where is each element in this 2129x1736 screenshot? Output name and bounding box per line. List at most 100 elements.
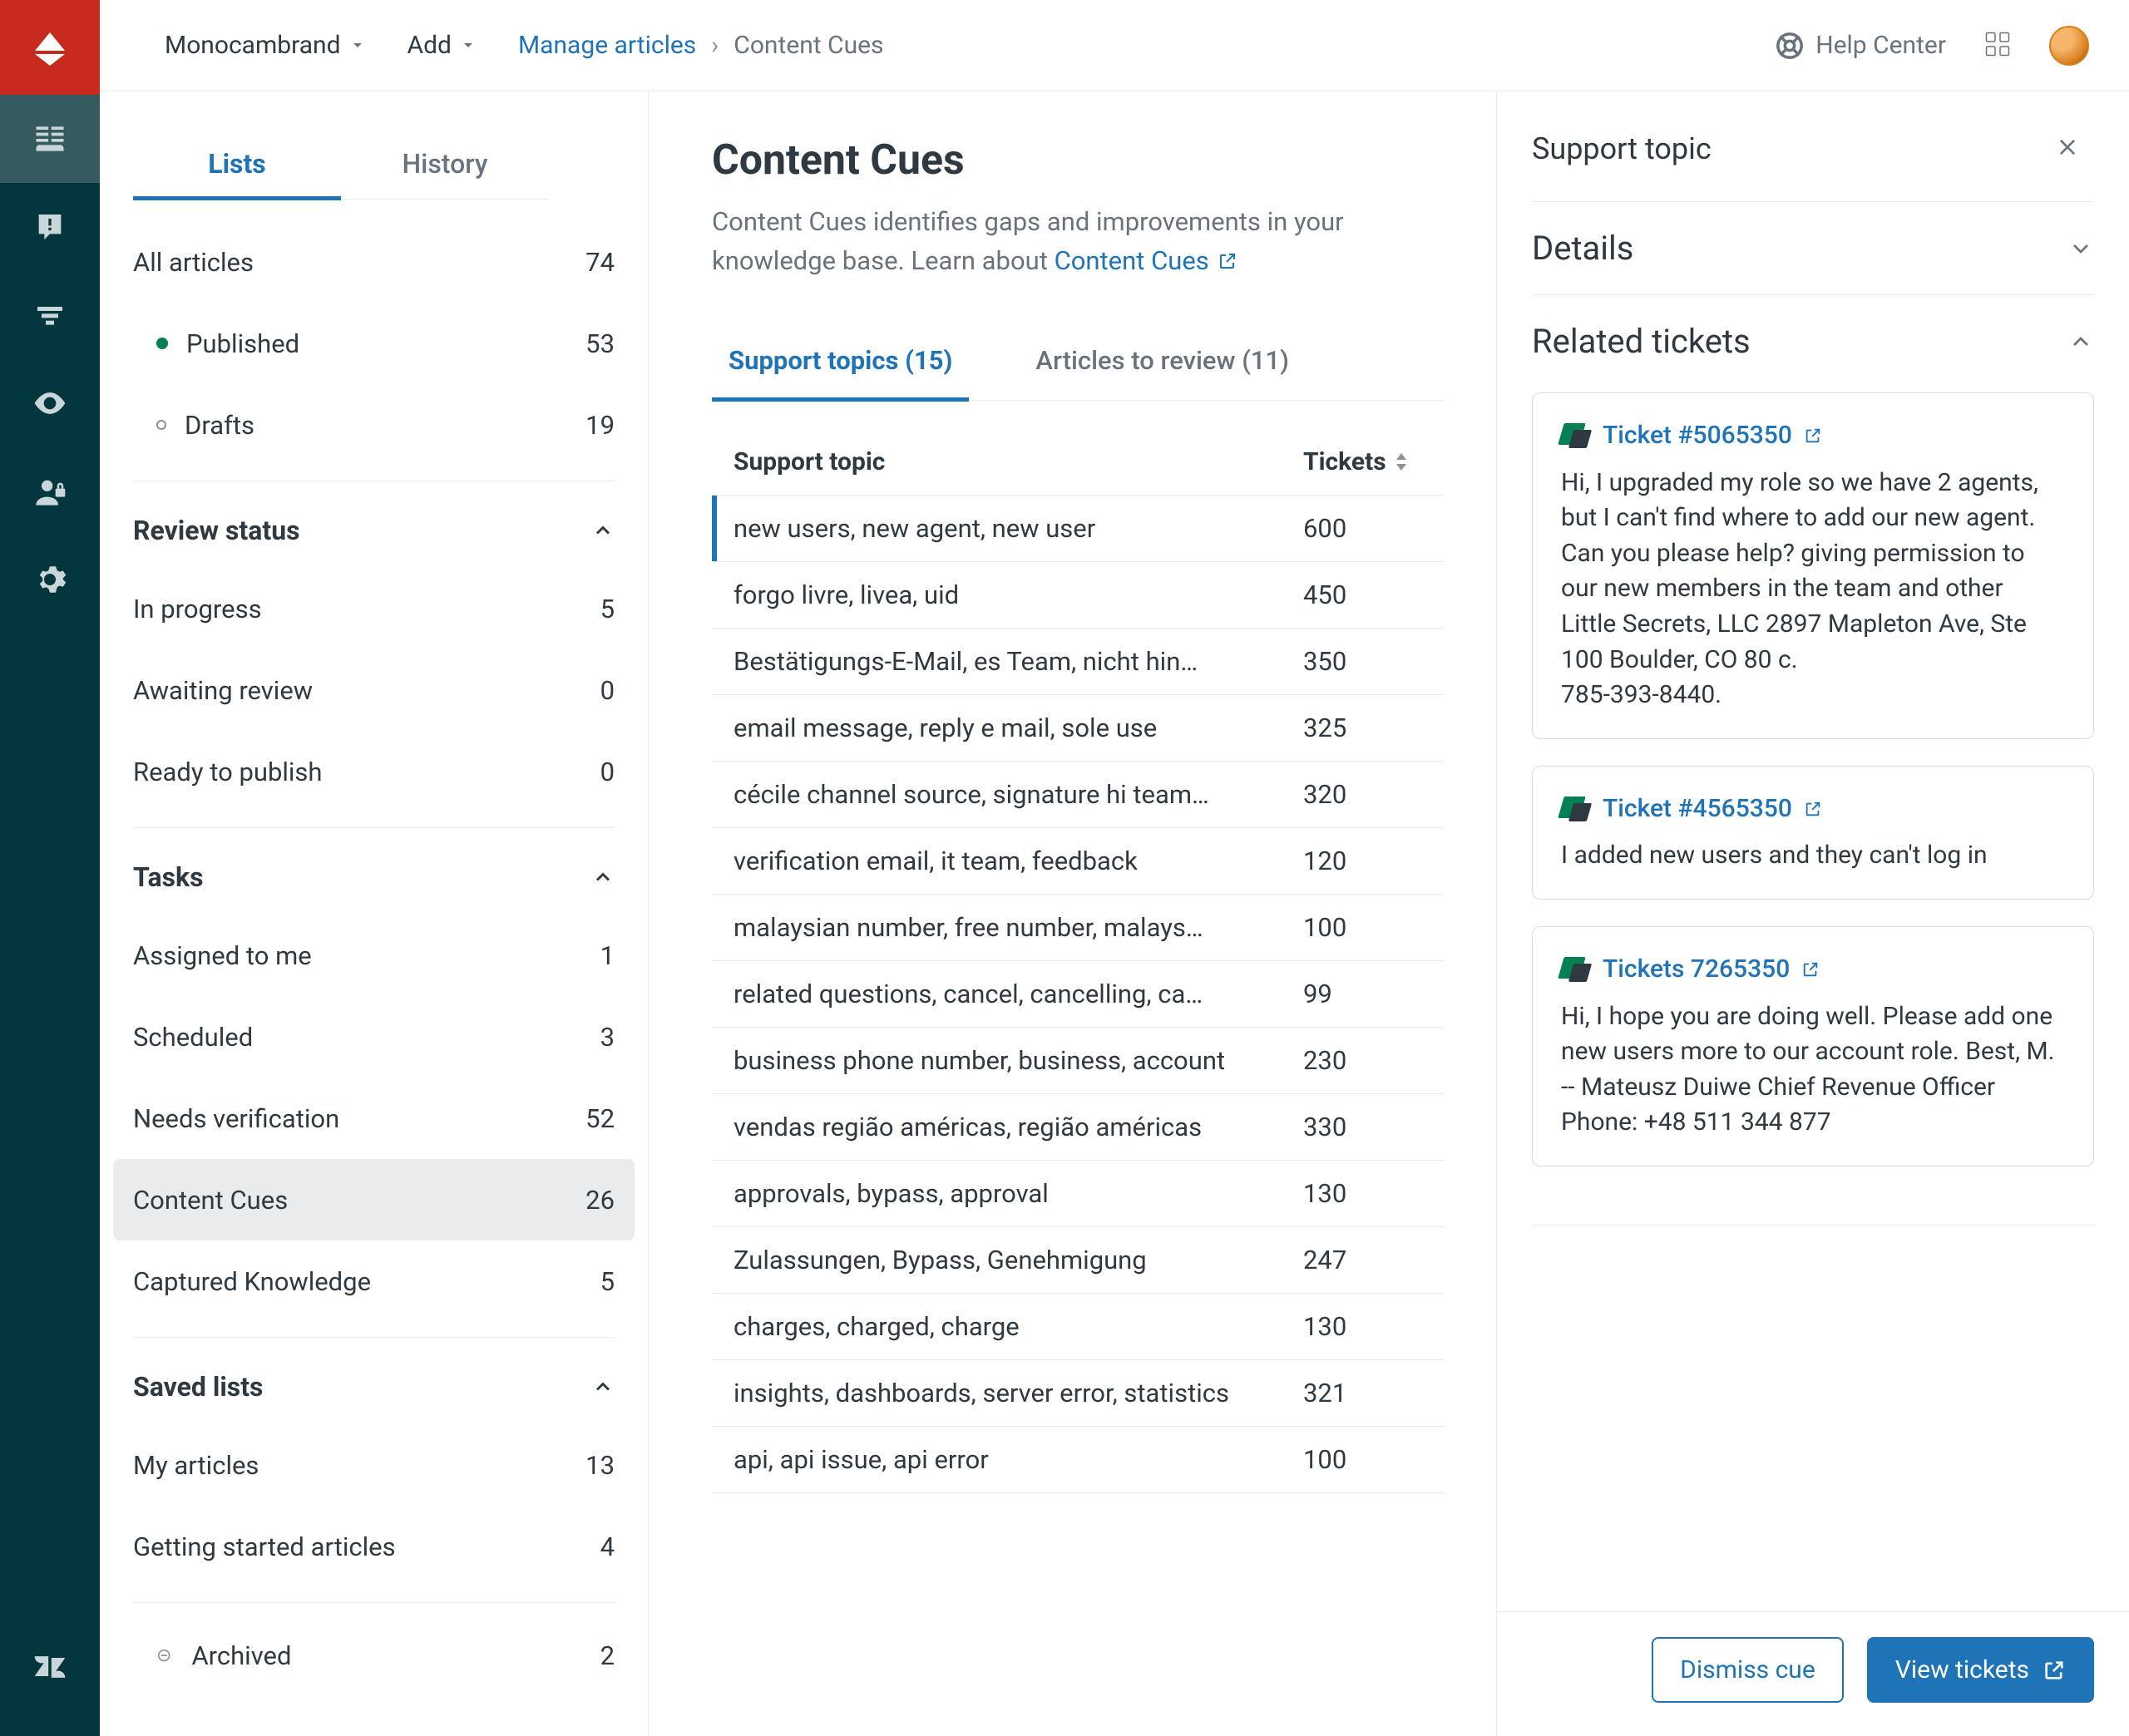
sidebar-tab-history[interactable]: History [341, 136, 549, 199]
sidebar-item-label: My articles [133, 1450, 259, 1481]
rail-zendesk-logo-icon[interactable] [0, 1623, 100, 1711]
rail-preview-icon[interactable] [0, 359, 100, 447]
sidebar-item-getting-started[interactable]: Getting started articles4 [133, 1506, 615, 1587]
ticket-link[interactable]: Ticket #4565350 [1561, 792, 2065, 827]
column-header-topic[interactable]: Support topic [712, 447, 1303, 476]
topic-cell: business phone number, business, account [712, 1045, 1303, 1076]
detail-section-title: Details [1532, 229, 1633, 268]
tickets-cell: 320 [1303, 779, 1445, 810]
sort-icon [1395, 453, 1408, 471]
rail-manage-articles-icon[interactable] [0, 95, 100, 183]
table-row[interactable]: api, api issue, api error100 [712, 1427, 1445, 1493]
sidebar-item-label: Needs verification [133, 1103, 339, 1134]
breadcrumb-link[interactable]: Manage articles [518, 31, 696, 60]
support-topics-table: Support topic Tickets new users, new age… [712, 429, 1445, 1493]
table-row[interactable]: approvals, bypass, approval130 [712, 1161, 1445, 1227]
sidebar-section-review-status[interactable]: Review status [133, 493, 615, 568]
sidebar-section-tasks[interactable]: Tasks [133, 840, 615, 915]
apps-switcher-button[interactable] [1983, 29, 2013, 62]
detail-section-related-tickets: Related tickets Ticket #5065350Hi, I upg… [1532, 294, 2094, 1193]
rail-moderation-icon[interactable] [0, 183, 100, 271]
table-row[interactable]: new users, new agent, new user600 [712, 496, 1445, 562]
detail-section-details[interactable]: Details [1532, 201, 2094, 294]
sidebar-item-count: 3 [600, 1022, 615, 1053]
table-row[interactable]: related questions, cancel, cancelling, c… [712, 961, 1445, 1028]
archive-icon: ⊝ [156, 1645, 171, 1666]
topic-cell: new users, new agent, new user [712, 513, 1303, 544]
table-row[interactable]: verification email, it team, feedback120 [712, 828, 1445, 895]
topic-cell: forgo livre, livea, uid [712, 579, 1303, 610]
table-row[interactable]: malaysian number, free number, malays…10… [712, 895, 1445, 961]
column-header-tickets[interactable]: Tickets [1303, 447, 1445, 476]
add-dropdown[interactable]: Add [408, 31, 477, 60]
sidebar-section-title: Saved lists [133, 1371, 263, 1403]
sidebar-section-title: Tasks [133, 861, 204, 893]
table-row[interactable]: insights, dashboards, server error, stat… [712, 1360, 1445, 1427]
sidebar-item-count: 2 [600, 1640, 615, 1671]
topic-cell: Bestätigungs-E-Mail, es Team, nicht hin… [712, 646, 1303, 677]
sidebar-item-label: Captured Knowledge [133, 1266, 371, 1297]
sidebar-item-label: Ready to publish [133, 757, 323, 787]
tab-support-topics[interactable]: Support topics (15) [712, 323, 969, 402]
ticket-link[interactable]: Tickets 7265350 [1561, 952, 2065, 988]
table-row[interactable]: business phone number, business, account… [712, 1028, 1445, 1094]
sidebar-item-my-articles[interactable]: My articles13 [133, 1424, 615, 1506]
detail-section-title: Related tickets [1532, 322, 1751, 361]
help-center-link[interactable]: Help Center [1776, 31, 1946, 60]
tickets-cell: 100 [1303, 912, 1445, 943]
sidebar-item-count: 52 [585, 1103, 615, 1134]
rail-permissions-icon[interactable] [0, 447, 100, 535]
tickets-cell: 247 [1303, 1245, 1445, 1275]
table-row[interactable]: vendas região américas, região américas3… [712, 1094, 1445, 1161]
sidebar-item-count: 5 [600, 1266, 615, 1297]
sidebar-item-in-progress[interactable]: In progress5 [133, 568, 615, 649]
ticket-card: Ticket #5065350Hi, I upgraded my role so… [1532, 392, 2094, 739]
dismiss-cue-button[interactable]: Dismiss cue [1652, 1637, 1844, 1703]
view-tickets-button[interactable]: View tickets [1867, 1637, 2094, 1703]
sidebar-tabs: Lists History [133, 136, 549, 200]
sidebar-item-label: Content Cues [133, 1185, 288, 1216]
sidebar-item-label: In progress [133, 594, 262, 624]
sidebar-item-label: Drafts [185, 410, 254, 441]
breadcrumb-current: Content Cues [734, 31, 883, 60]
sidebar-item-awaiting-review[interactable]: Awaiting review 0 [133, 649, 615, 731]
sidebar-item-needs-verification[interactable]: Needs verification 52 [133, 1078, 615, 1159]
table-row[interactable]: Bestätigungs-E-Mail, es Team, nicht hin…… [712, 629, 1445, 695]
sidebar-item-ready-to-publish[interactable]: Ready to publish0 [133, 731, 615, 812]
sidebar-tab-lists[interactable]: Lists [133, 136, 341, 200]
ticket-link[interactable]: Ticket #5065350 [1561, 418, 2065, 454]
sidebar-item-drafts[interactable]: Drafts 19 [133, 384, 615, 466]
sidebar-item-assigned-to-me[interactable]: Assigned to me1 [133, 915, 615, 996]
ticket-card: Ticket #4565350 I added new users and the… [1532, 766, 2094, 900]
tickets-cell: 100 [1303, 1444, 1445, 1475]
table-row[interactable]: cécile channel source, signature hi team… [712, 762, 1445, 828]
rail-arrange-icon[interactable] [0, 271, 100, 359]
external-link-icon [2043, 1659, 2066, 1682]
sidebar-item-content-cues[interactable]: Content Cues26 [113, 1159, 635, 1240]
sidebar-item-label: Awaiting review [133, 675, 313, 706]
sidebar-item-archived[interactable]: ⊝Archived 2 [133, 1615, 615, 1696]
brand-logo[interactable] [0, 0, 100, 95]
brand-dropdown[interactable]: Monocambrand [165, 31, 366, 60]
rail-settings-icon[interactable] [0, 535, 100, 624]
table-row[interactable]: email message, reply e mail, sole use325 [712, 695, 1445, 762]
tab-articles-to-review[interactable]: Articles to review (11) [1019, 323, 1306, 400]
avatar[interactable] [2049, 26, 2089, 66]
sidebar-item-captured-knowledge[interactable]: Captured Knowledge 5 [133, 1240, 615, 1322]
table-row[interactable]: Zulassungen, Bypass, Genehmigung247 [712, 1227, 1445, 1294]
sidebar-section-saved-lists[interactable]: Saved lists [133, 1349, 615, 1424]
table-row[interactable]: forgo livre, livea, uid450 [712, 562, 1445, 629]
tickets-cell: 325 [1303, 713, 1445, 743]
table-row[interactable]: charges, charged, charge130 [712, 1294, 1445, 1360]
close-button[interactable] [2056, 136, 2079, 162]
sidebar-item-published[interactable]: Published 53 [133, 303, 615, 384]
content-cues-link[interactable]: Content Cues [1055, 242, 1237, 281]
sidebar-item-scheduled[interactable]: Scheduled3 [133, 996, 615, 1078]
topic-cell: approvals, bypass, approval [712, 1178, 1303, 1209]
sidebar-item-all-articles[interactable]: All articles 74 [133, 221, 615, 303]
status-dot-icon [156, 338, 168, 349]
topic-cell: cécile channel source, signature hi team… [712, 779, 1303, 810]
ticket-body: I added new users and they can't log in [1561, 838, 2065, 874]
detail-section-toggle[interactable]: Related tickets [1532, 322, 2094, 361]
sidebar-item-count: 0 [600, 675, 615, 706]
